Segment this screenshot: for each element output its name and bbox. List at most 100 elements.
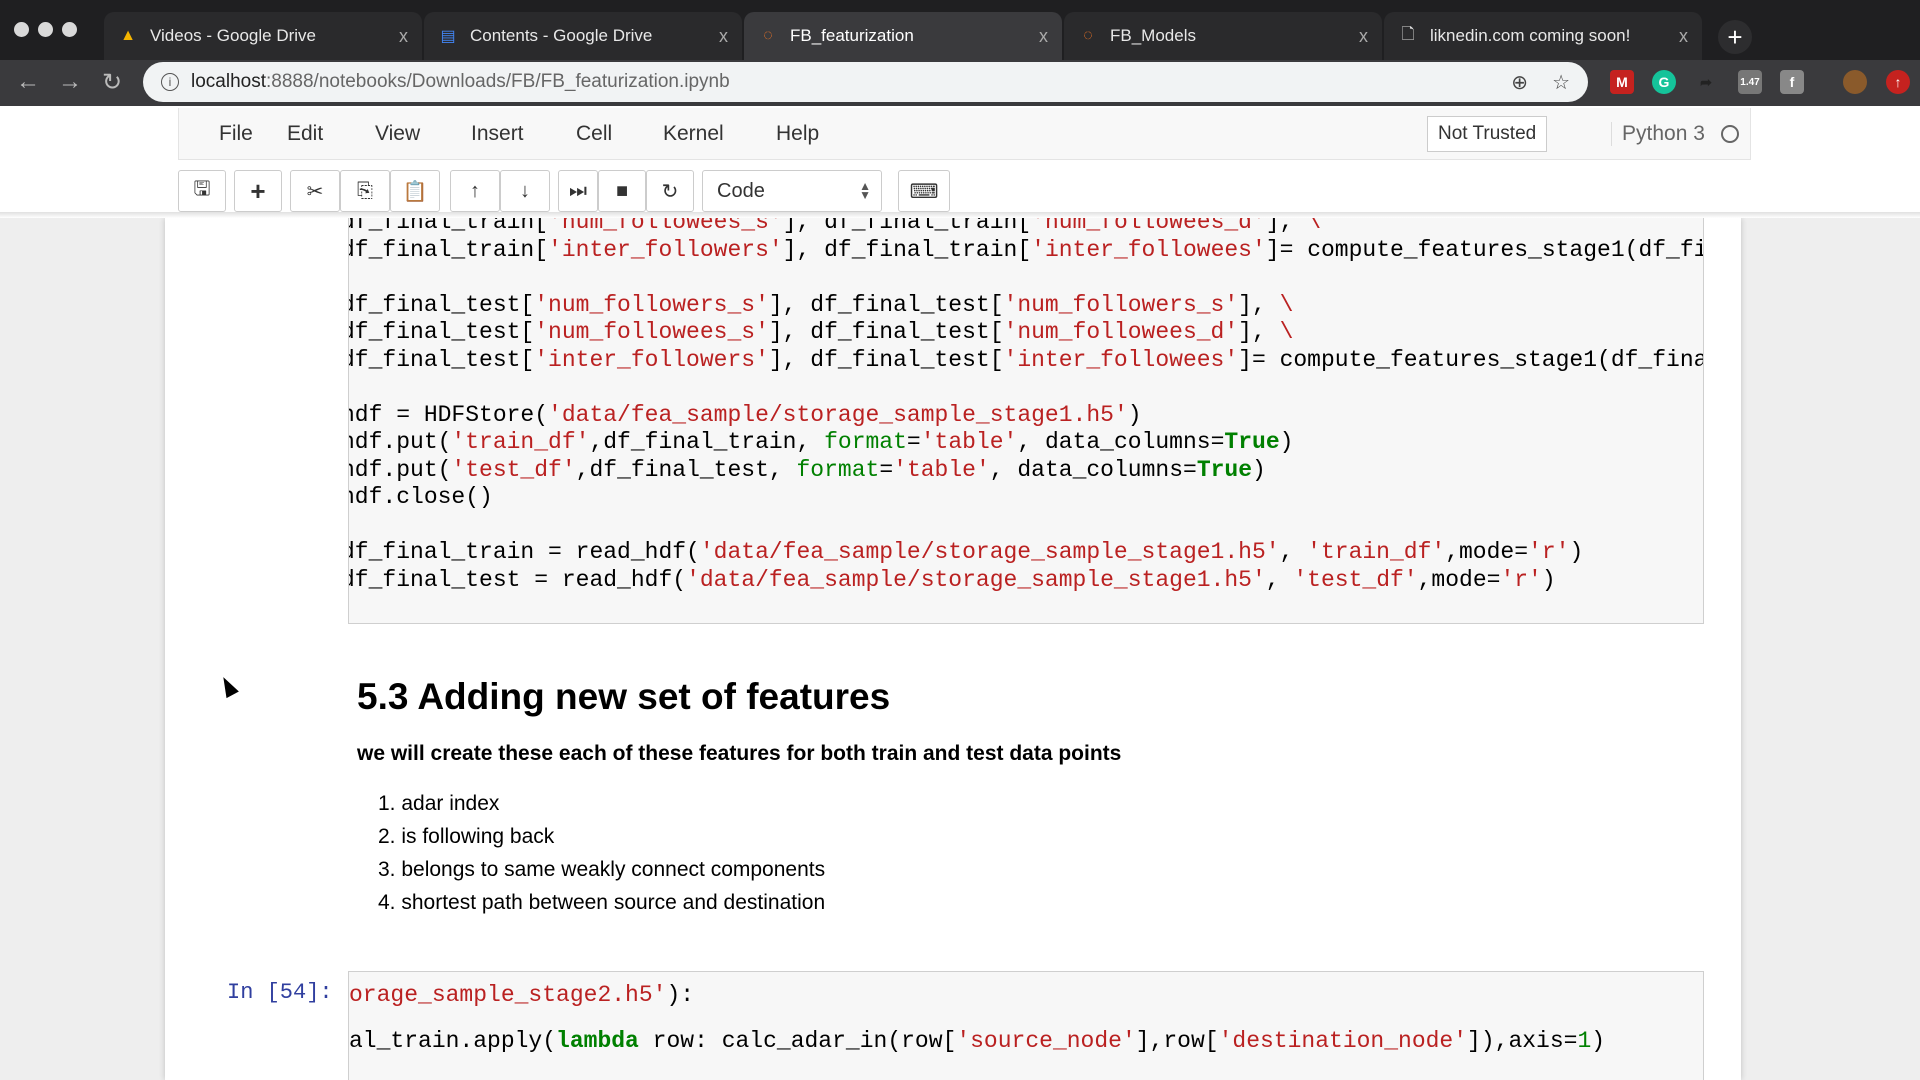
maximize-window-button[interactable]	[62, 22, 77, 37]
code-token: row: calc_adar_in(row[	[638, 1027, 957, 1054]
code-editor[interactable]: df_final_train[ 'num_followees_s'], df_fi…	[348, 218, 1703, 595]
address-bar-row: ← → ↻ i localhost:8888/notebooks/Downloa…	[0, 60, 1920, 106]
url-bar[interactable]: i localhost:8888/notebooks/Downloads/FB/…	[143, 62, 1588, 102]
reload-icon[interactable]: ↻	[102, 68, 122, 97]
facebook-extension-icon[interactable]: f	[1780, 70, 1804, 94]
share-extension-icon[interactable]: ➦	[1694, 70, 1718, 94]
zoom-icon[interactable]: ⊕	[1511, 70, 1528, 95]
code-token: =	[906, 429, 921, 455]
string-token: 'train_df'	[451, 429, 590, 455]
code-token: hdf.close()	[348, 484, 493, 510]
grammarly-extension-icon[interactable]: G	[1652, 70, 1676, 94]
save-icon[interactable]: 🖫	[178, 170, 226, 212]
string-token: 'test_df'	[1293, 566, 1418, 593]
code-line: df_final_test = read_hdf('data/fea_sampl…	[349, 566, 1703, 595]
menu-insert[interactable]: Insert	[471, 122, 524, 146]
code-editor[interactable]: orage_sample_stage2.h5'): al_train.apply(…	[349, 982, 1605, 1055]
update-icon[interactable]: ↑	[1886, 70, 1910, 94]
extension-badge[interactable]: 1.47	[1738, 70, 1762, 94]
menu-edit[interactable]: Edit	[287, 122, 323, 146]
string-token: 'inter_followees'	[1031, 236, 1266, 263]
kernel-idle-icon	[1721, 125, 1739, 143]
code-token: )	[1279, 429, 1294, 455]
code-token: ):	[666, 982, 695, 1008]
menu-view[interactable]: View	[375, 122, 420, 146]
list-item: 2. is following back	[378, 825, 555, 848]
notebook-area[interactable]: df_final_train[ 'num_followees_s'], df_fi…	[0, 218, 1920, 1080]
jupyter-menubar: File Edit View Insert Cell Kernel Help Not Tru…	[178, 108, 1751, 160]
list-item: 4. shortest path between source and dest…	[378, 891, 826, 914]
markdown-paragraph: we will create these each of these featu…	[357, 742, 1122, 765]
back-icon[interactable]: ←	[16, 68, 40, 96]
url-host: localhost	[191, 71, 266, 92]
run-icon[interactable]: ⏭	[558, 170, 598, 212]
bookmark-star-icon[interactable]: ☆	[1552, 70, 1570, 95]
menu-file[interactable]: File	[219, 122, 253, 146]
feature-list: 1. adar index 2. is following back 3. belo…	[378, 792, 825, 924]
code-token: , data_columns=	[989, 456, 1197, 483]
string-token: 'inter_followers'	[534, 346, 769, 373]
jupyter-icon: ◌	[763, 27, 773, 44]
minimize-window-button[interactable]	[38, 22, 53, 37]
string-token: \	[1279, 319, 1294, 345]
info-icon[interactable]: i	[161, 73, 179, 91]
menu-cell[interactable]: Cell	[576, 122, 612, 146]
gmail-extension-icon[interactable]: M	[1610, 70, 1634, 94]
code-token: df_final_train[	[348, 236, 549, 263]
menu-help[interactable]: Help	[776, 122, 819, 146]
code-line: df_final_test['inter_followers'], df_fin…	[349, 346, 1703, 375]
string-token: 'data/fea_sample/storage_sample_stage1.h…	[699, 539, 1280, 565]
code-token: format	[796, 456, 880, 483]
close-tab-icon[interactable]: x	[1359, 26, 1368, 47]
code-token: )	[1541, 566, 1556, 593]
forward-icon[interactable]: →	[58, 68, 82, 96]
tab-title: liknedin.com coming soon!	[1430, 26, 1631, 45]
browser-tab[interactable]: 🗋 liknedin.com coming soon! x	[1384, 12, 1702, 60]
jupyter-page: File Edit View Insert Cell Kernel Help Not Tru…	[0, 106, 1920, 218]
string-token: 'num_followees_s'	[534, 319, 769, 345]
code-cell-input[interactable]: orage_sample_stage2.h5'): al_train.apply(…	[348, 971, 1704, 1080]
document-icon: 🗋	[1401, 25, 1415, 43]
stop-icon[interactable]: ■	[598, 170, 646, 212]
code-line: al_train.apply(lambda row: calc_adar_in(…	[349, 1028, 1605, 1056]
move-down-icon[interactable]: ↓	[500, 170, 550, 212]
code-line: df_final_test['num_followees_s'], df_fin…	[348, 319, 1703, 347]
code-token: ], df_final_test[	[768, 319, 1004, 345]
keyboard-icon[interactable]: ⌨	[898, 170, 950, 212]
close-tab-icon[interactable]: x	[399, 26, 408, 47]
move-up-icon[interactable]: ↑	[450, 170, 500, 212]
google-docs-icon: ▤	[440, 28, 456, 45]
cut-icon[interactable]: ✂	[290, 170, 340, 212]
not-trusted-button[interactable]: Not Trusted	[1427, 116, 1548, 152]
code-token: al_train.apply(	[349, 1027, 557, 1054]
window-controls[interactable]	[14, 22, 77, 37]
code-line: hdf.put('train_df',df_final_train, forma…	[349, 429, 1703, 457]
code-token: df_final_test[	[348, 319, 535, 345]
string-token: 'num_followers_s'	[1003, 291, 1239, 318]
copy-icon[interactable]: ⎘	[340, 170, 390, 212]
url-path: :8888/notebooks/Downloads/FB/FB_featuriz…	[266, 71, 730, 92]
paste-icon[interactable]: 📋	[390, 170, 440, 212]
browser-tab[interactable]: ◌ FB_featurization x	[744, 12, 1062, 60]
profile-avatar[interactable]	[1843, 70, 1867, 94]
cell-type-select[interactable]: Code ▲ ▼	[702, 170, 882, 212]
google-drive-icon: ▲	[120, 27, 136, 44]
new-tab-button[interactable]: +	[1718, 20, 1752, 54]
browser-tab[interactable]: ▤ Contents - Google Drive x	[424, 12, 742, 60]
menu-kernel[interactable]: Kernel	[663, 122, 724, 146]
code-cell-input[interactable]: df_final_train[ 'num_followees_s'], df_fi…	[348, 218, 1704, 624]
cell-prompt: In [54]:	[227, 980, 333, 1005]
insert-cell-icon[interactable]: +	[234, 170, 282, 212]
code-token: hdf = HDFStore(	[348, 401, 549, 428]
restart-icon[interactable]: ↻	[646, 170, 694, 212]
code-token: , data_columns=	[1017, 429, 1225, 455]
close-tab-icon[interactable]: x	[1039, 26, 1048, 47]
browser-tab[interactable]: ◌ FB_Models x	[1064, 12, 1382, 60]
string-token: 'data/fea_sample/storage_sample_stage1.h…	[548, 401, 1128, 428]
browser-tab[interactable]: ▲ Videos - Google Drive x	[104, 12, 422, 60]
close-tab-icon[interactable]: x	[1679, 26, 1688, 47]
close-window-button[interactable]	[14, 22, 29, 37]
close-tab-icon[interactable]: x	[719, 26, 728, 47]
